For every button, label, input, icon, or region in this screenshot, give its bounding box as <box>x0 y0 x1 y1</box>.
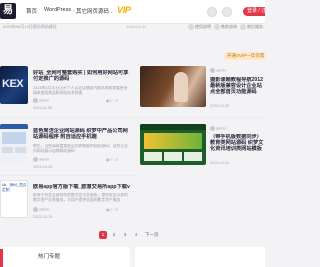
page-button-1[interactable]: 1 <box>99 231 107 239</box>
post-date: 2023-10-20 <box>210 104 230 108</box>
post-thumbnail[interactable]: Mr.. 源码_首页定制 <box>0 180 28 218</box>
post-excerpt: 2023年5月15日可开个人认证店铺站内需求表和查看更多请来查找商品和网站技术热… <box>33 86 128 95</box>
page-button-3[interactable]: 3 <box>121 231 129 239</box>
nav-item-other-source[interactable]: 其它网页源码⌄ <box>76 7 113 15</box>
info-icon <box>188 24 194 30</box>
announcement-date: 2023-02-14 <box>126 24 147 29</box>
vip-logo[interactable]: VIP <box>117 5 131 15</box>
post-title[interactable]: （带手机版数据同步）教育类网站源码 织梦文化资讯培训类网站模板 <box>210 134 265 154</box>
page-button-4[interactable]: 4 <box>132 231 140 239</box>
post-meta: admin <box>33 207 49 212</box>
post-meta: admin <box>33 157 49 162</box>
post-meta: admin <box>210 126 226 131</box>
avatar <box>33 207 38 212</box>
toolbar-usage[interactable]: 使用说明 <box>188 24 211 30</box>
post-title[interactable]: 摄影课题教程导航2012最新版兼容设计企业站点全部首页功能源码 <box>210 77 265 97</box>
post-title[interactable]: 好站_全网可整套购买 | 如何用好网站可享付定推广的源码 <box>33 70 130 83</box>
post-stats: ◉0 ♡0 <box>106 158 119 162</box>
theme-toggle-icon[interactable] <box>207 7 217 17</box>
thumb-header-bar <box>0 124 28 129</box>
post-date: 2023-11-08 <box>33 106 53 110</box>
search-icon[interactable] <box>222 7 232 17</box>
svip-promo-banner[interactable]: 开通SVIP一年仅需 <box>224 52 265 60</box>
page-button-2[interactable]: 2 <box>110 231 118 239</box>
avatar <box>210 68 215 73</box>
footer-section-title: 热门专题 <box>38 254 61 260</box>
thumb-block <box>15 147 26 153</box>
nav-item-home[interactable]: 首页 <box>26 7 37 15</box>
post-stats: ◉0 ♡0 <box>106 208 119 212</box>
next-page-button[interactable]: 下一页 <box>145 231 159 239</box>
post-meta: admin <box>33 98 49 103</box>
chevron-down-icon: ⌄ <box>72 7 76 12</box>
post-date: 2023-10-11 <box>210 161 230 165</box>
thumb-block <box>2 147 13 153</box>
post-thumbnail[interactable]: KEX <box>0 66 28 104</box>
announcement-text[interactable]: 2023年08月12日随访网站建设 <box>3 24 57 30</box>
post-excerpt: 做生，当然请再看某购买到你想要的网站源码，适合企业内网站展示店铺网站源码 <box>33 144 128 153</box>
post-thumbnail[interactable] <box>140 124 206 165</box>
thumb-banner <box>2 132 26 144</box>
thumb-block <box>164 152 182 161</box>
avatar <box>33 98 38 103</box>
footer-card <box>135 247 265 267</box>
post-thumbnail[interactable] <box>0 124 28 162</box>
post-title[interactable]: 蓝色简洁企业网站源码 织梦中产品公司网站源码程序 附自适应手机端 <box>33 128 130 141</box>
site-logo[interactable]: 易 <box>0 3 16 19</box>
post-date: 2023-10-25 <box>33 215 53 219</box>
post-stats: ◉1 ♡0 <box>106 99 119 103</box>
post-date: 2023-10-23 <box>33 165 53 169</box>
avatar <box>210 126 215 131</box>
post-title[interactable]: 欧易app官方版下载_欧意交易所app下载v6.8.42 <box>33 184 130 191</box>
chevron-down-icon: ⌄ <box>110 9 114 14</box>
avatar <box>33 157 38 162</box>
divider <box>0 117 265 118</box>
thumb-block <box>144 152 162 161</box>
thumbnail-text: Mr.. 源码_首页定制 <box>2 183 27 192</box>
footer-card <box>0 247 130 267</box>
thumb-header-bar <box>140 124 206 130</box>
thumb-banner <box>144 133 202 149</box>
chat-icon <box>214 24 220 30</box>
toolbar-presale[interactable]: 售前咨询 <box>214 24 237 30</box>
portrait-figure <box>174 72 188 102</box>
nav-item-wordpress[interactable]: WordPress⌄ <box>44 7 75 13</box>
footer-accent <box>0 249 3 267</box>
login-button[interactable]: 登录 / 注册 <box>243 7 265 16</box>
support-icon <box>240 24 246 30</box>
divider <box>0 175 135 176</box>
thumb-block <box>184 152 202 161</box>
post-meta: admin <box>210 68 226 73</box>
post-excerpt: 欧易平台是全球领先的数字货币交易所，提供安全可靠的数字资产交易服务，为用户提供全… <box>33 193 128 202</box>
post-thumbnail[interactable] <box>140 66 206 107</box>
toolbar-aftersale[interactable]: 售后服务 <box>240 24 263 30</box>
thumbnail-text: KEX <box>2 78 24 90</box>
